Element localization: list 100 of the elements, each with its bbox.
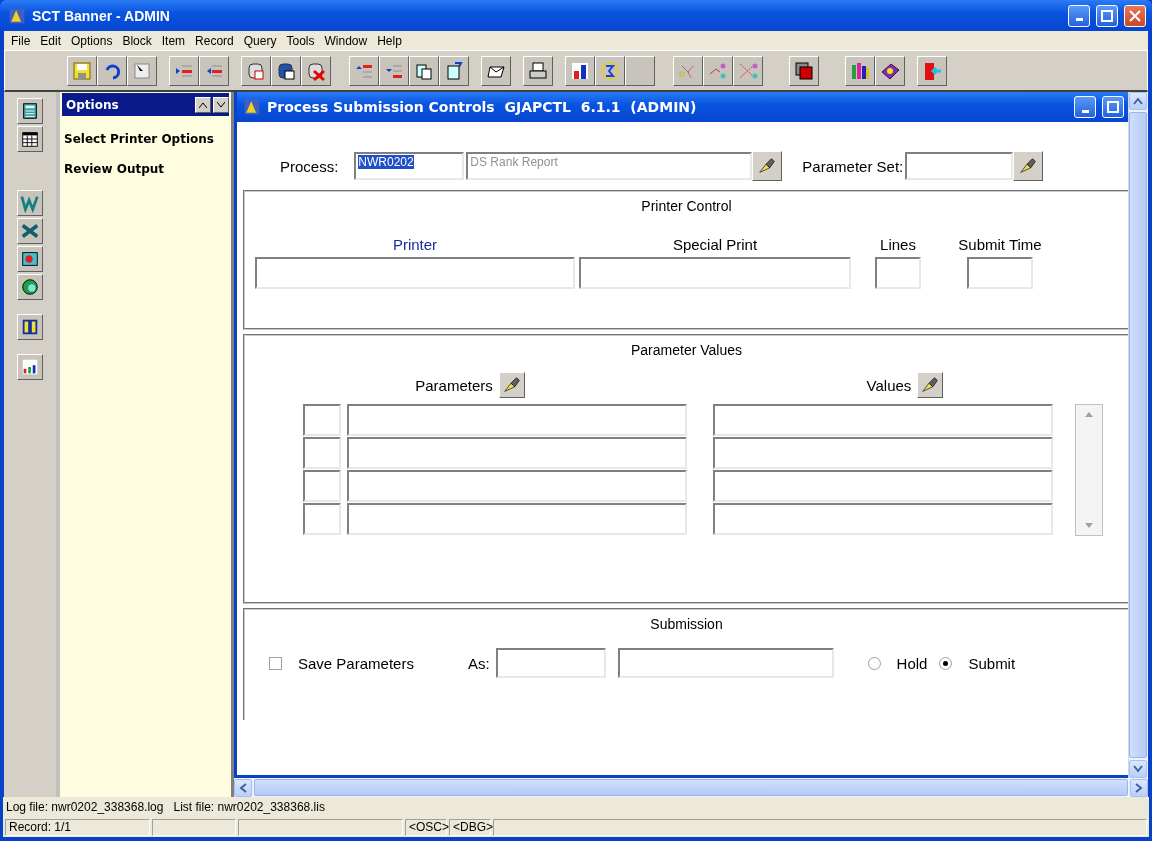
parameter-number-field[interactable] <box>303 437 341 469</box>
toolbar-button[interactable] <box>97 55 127 86</box>
menu-item[interactable]: Options <box>66 33 118 48</box>
toolbar-button[interactable] <box>703 55 733 86</box>
calendar-icon <box>20 129 40 149</box>
toolbar-button[interactable] <box>67 55 97 86</box>
printer-field[interactable] <box>255 257 575 289</box>
list-file-text: List file: nwr0202_338368.lis <box>173 800 325 814</box>
up-arrow-icon <box>1085 412 1093 417</box>
radio-button[interactable] <box>939 656 953 670</box>
column-label: Special Print <box>672 236 758 253</box>
toolbar-button[interactable] <box>481 55 511 86</box>
value-field[interactable] <box>713 437 1053 469</box>
toolbar-button[interactable] <box>199 55 229 86</box>
parameter-number-field[interactable] <box>303 503 341 535</box>
parameter-field[interactable] <box>347 437 687 469</box>
side-tool-button[interactable] <box>17 190 43 216</box>
menu-item[interactable]: File <box>6 33 36 48</box>
side-tool-button[interactable] <box>17 274 43 300</box>
scroll-up-button[interactable] <box>195 96 211 113</box>
parameter-set-field[interactable] <box>905 152 1014 180</box>
parameters-scrollbar[interactable] <box>1075 404 1103 536</box>
toolbar-button[interactable] <box>523 55 553 86</box>
option-item[interactable]: Select Printer Options <box>62 116 229 146</box>
printer-field[interactable] <box>875 257 921 289</box>
toolbar-button[interactable] <box>789 55 819 86</box>
log-file-text: Log file: nwr0202_338368.log <box>6 800 164 814</box>
column-label: Lines <box>880 236 916 253</box>
side-tool-button[interactable] <box>17 314 43 340</box>
radio-button[interactable] <box>867 656 881 670</box>
options-title: Options <box>66 97 120 112</box>
process-lookup-button[interactable] <box>752 151 783 181</box>
printer-field[interactable] <box>579 257 851 289</box>
vertical-scrollbar[interactable] <box>1128 92 1148 778</box>
minimize-icon <box>1081 109 1089 113</box>
close-button[interactable] <box>1124 4 1146 27</box>
toolbar-button[interactable] <box>439 55 469 86</box>
form-title: Process Submission Controls GJAPCTL 6.1.1 (ADMIN) <box>267 99 698 115</box>
menu-item[interactable]: Help <box>372 33 407 48</box>
sigma-icon <box>599 59 621 82</box>
toolbar-button[interactable] <box>379 55 409 86</box>
process-code-field[interactable]: NWR0202 <box>354 152 465 180</box>
maximize-button[interactable] <box>1102 96 1124 118</box>
toolbar-button[interactable] <box>349 55 379 86</box>
parameter-field[interactable] <box>347 404 687 436</box>
parameter-number-field[interactable] <box>303 470 341 502</box>
radio-label: Hold <box>896 654 928 672</box>
toolbar-button[interactable] <box>409 55 439 86</box>
menu-item[interactable]: Query <box>238 33 282 48</box>
scroll-down-button[interactable] <box>213 96 229 113</box>
toolbar-button[interactable] <box>271 55 301 86</box>
minimize-button[interactable] <box>1074 96 1096 118</box>
side-tool-button[interactable] <box>17 354 43 380</box>
toolbar-button[interactable] <box>565 55 595 86</box>
toolbar-button[interactable] <box>875 55 905 86</box>
toolbar-button[interactable] <box>845 55 875 86</box>
parameter-field[interactable] <box>347 503 687 535</box>
parameter-number-field[interactable] <box>303 404 341 436</box>
toolbar-button[interactable] <box>301 55 331 86</box>
save-as-field[interactable] <box>495 648 606 678</box>
bar-tool-icon <box>20 357 40 377</box>
menu-item[interactable]: Item <box>156 33 191 48</box>
parameters-lookup-button[interactable] <box>498 372 525 398</box>
side-tool-button[interactable] <box>17 246 43 272</box>
presentation-icon <box>20 249 40 269</box>
minimize-icon <box>1075 18 1083 21</box>
toolbar-button[interactable] <box>241 55 271 86</box>
option-item[interactable]: Review Output <box>62 146 229 176</box>
toolbar-button[interactable] <box>673 55 703 86</box>
values-lookup-button[interactable] <box>917 372 944 398</box>
value-field[interactable] <box>713 470 1053 502</box>
menu-item[interactable]: Edit <box>35 33 67 48</box>
menu-item[interactable]: Tools <box>281 33 320 48</box>
toolbar-button[interactable] <box>127 55 157 86</box>
printer-field[interactable] <box>967 257 1033 289</box>
side-tool-button[interactable] <box>17 218 43 244</box>
parameter-set-lookup-button[interactable] <box>1013 151 1044 181</box>
minimize-button[interactable] <box>1068 4 1090 27</box>
section-title: Submission <box>650 616 723 632</box>
save-as-description-field[interactable] <box>617 648 834 678</box>
toolbar-button[interactable] <box>169 55 199 86</box>
maximize-button[interactable] <box>1096 4 1118 27</box>
menu-item[interactable]: Window <box>319 33 373 48</box>
toolbar-button[interactable] <box>733 55 763 86</box>
parameter-field[interactable] <box>347 470 687 502</box>
toolbar-button[interactable] <box>625 55 655 86</box>
menu-item[interactable]: Block <box>117 33 157 48</box>
toolbar-button[interactable] <box>595 55 625 86</box>
save-parameters-checkbox[interactable] <box>269 656 282 670</box>
value-field[interactable] <box>713 404 1053 436</box>
menu-item[interactable]: Record <box>190 33 239 48</box>
values-label: Values <box>866 376 912 394</box>
side-tool-button[interactable] <box>17 98 43 124</box>
toolbar-button[interactable] <box>917 55 947 86</box>
radio-dot-icon <box>943 660 949 666</box>
value-field[interactable] <box>713 503 1053 535</box>
record-status: Record: 1/1 <box>5 818 150 836</box>
parameters-label: Parameters <box>415 376 493 394</box>
side-tool-button[interactable] <box>17 126 43 152</box>
horizontal-scrollbar[interactable] <box>234 778 1148 797</box>
